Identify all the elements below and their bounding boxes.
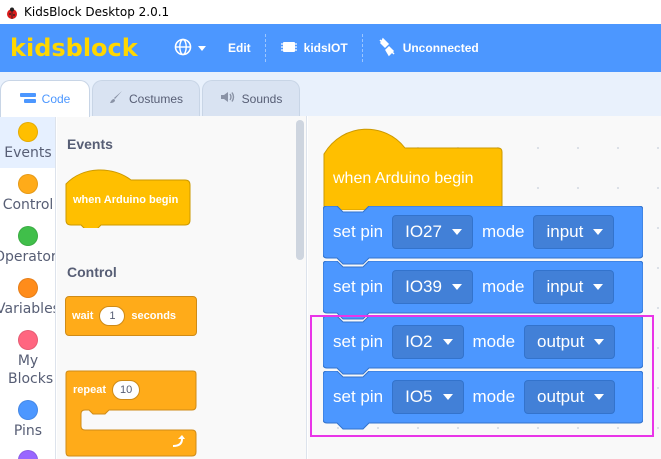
tab-sounds-label: Sounds bbox=[241, 91, 283, 106]
set-pin-label: set pin bbox=[333, 222, 384, 241]
globe-icon bbox=[174, 38, 198, 59]
mode-dropdown[interactable]: output bbox=[524, 380, 616, 414]
tab-costumes[interactable]: Costumes bbox=[92, 80, 200, 116]
editor-tabs: Code Costumes Sounds bbox=[0, 72, 661, 117]
repeat-label: repeat bbox=[73, 384, 107, 396]
edit-menu[interactable]: Edit bbox=[226, 24, 265, 72]
repeat-count-input[interactable]: 10 bbox=[112, 380, 141, 400]
device-label: kidsIOT bbox=[303, 41, 348, 55]
category-my-blocks-label: My Blocks bbox=[8, 353, 54, 387]
variables-color-dot bbox=[18, 278, 38, 298]
mode-value: output bbox=[537, 387, 585, 406]
dropdown-arrow-icon bbox=[451, 229, 462, 235]
pin-dropdown[interactable]: IO5 bbox=[392, 380, 464, 414]
mode-value: output bbox=[537, 332, 585, 351]
mode-dropdown[interactable]: input bbox=[533, 215, 615, 249]
category-variables-label: Variables bbox=[0, 301, 55, 317]
tab-code[interactable]: Code bbox=[0, 80, 90, 117]
menu-bar: kidsblock Edit kidsIOT Unconnected bbox=[0, 24, 661, 72]
tab-costumes-label: Costumes bbox=[128, 91, 184, 106]
unplugged-icon bbox=[377, 37, 403, 60]
set-pin-block[interactable]: set pin IO5 mode output bbox=[323, 371, 643, 430]
mode-label: mode bbox=[481, 222, 525, 241]
device-menu[interactable]: kidsIOT bbox=[266, 24, 362, 72]
pin-dropdown[interactable]: IO39 bbox=[392, 270, 473, 304]
brush-icon bbox=[109, 90, 129, 107]
mode-label: mode bbox=[472, 332, 516, 351]
category-next[interactable] bbox=[0, 450, 55, 459]
mode-value: input bbox=[546, 222, 584, 241]
code-workspace[interactable]: when Arduino begin set pin IO27 mode inp… bbox=[308, 116, 661, 459]
tab-sounds[interactable]: Sounds bbox=[202, 80, 300, 116]
connection-menu[interactable]: Unconnected bbox=[363, 24, 493, 72]
window-title: KidsBlock Desktop 2.0.1 bbox=[24, 5, 170, 19]
category-operators[interactable]: Operators bbox=[0, 226, 55, 266]
mode-label: mode bbox=[481, 277, 525, 296]
pin-value: IO39 bbox=[405, 277, 442, 296]
palette-heading-events: Events bbox=[67, 136, 113, 152]
mode-dropdown[interactable]: output bbox=[524, 325, 616, 359]
next-color-dot bbox=[18, 450, 38, 459]
dropdown-arrow-icon bbox=[593, 229, 604, 235]
connection-status: Unconnected bbox=[402, 41, 479, 55]
operators-color-dot bbox=[18, 226, 38, 246]
code-icon bbox=[19, 92, 42, 107]
dropdown-arrow-icon bbox=[442, 339, 453, 345]
loop-arrow-icon bbox=[171, 434, 185, 452]
dropdown-arrow-icon bbox=[593, 284, 604, 290]
mode-value: input bbox=[546, 277, 584, 296]
wait-label: wait bbox=[72, 310, 94, 322]
pin-dropdown[interactable]: IO27 bbox=[392, 215, 473, 249]
wait-seconds-label: seconds bbox=[131, 310, 177, 322]
block-palette: Events when Arduino begin Control wait 1… bbox=[57, 116, 307, 459]
category-events[interactable]: Events bbox=[0, 116, 55, 168]
workspace-when-begin-block[interactable] bbox=[323, 128, 503, 210]
chevron-down-icon bbox=[198, 41, 212, 55]
ladybug-app-icon bbox=[6, 6, 18, 19]
set-pin-block[interactable]: set pin IO27 mode input bbox=[323, 206, 643, 265]
category-pins-label: Pins bbox=[13, 423, 43, 439]
dropdown-arrow-icon bbox=[442, 394, 453, 400]
category-control[interactable]: Control bbox=[0, 174, 55, 214]
category-pins[interactable]: Pins bbox=[0, 400, 55, 440]
chip-icon bbox=[280, 40, 304, 57]
palette-wait-block[interactable]: wait 1 seconds bbox=[65, 296, 197, 336]
set-pin-block[interactable]: set pin IO2 mode output bbox=[323, 316, 643, 375]
dropdown-arrow-icon bbox=[594, 339, 605, 345]
my-blocks-color-dot bbox=[18, 330, 38, 350]
dropdown-arrow-icon bbox=[451, 284, 462, 290]
pin-value: IO5 bbox=[405, 387, 433, 406]
language-menu[interactable] bbox=[160, 24, 226, 72]
set-pin-label: set pin bbox=[333, 332, 384, 351]
dropdown-arrow-icon bbox=[594, 394, 605, 400]
category-variables[interactable]: Variables bbox=[0, 278, 55, 318]
window-titlebar: KidsBlock Desktop 2.0.1 bbox=[0, 0, 661, 24]
pin-value: IO2 bbox=[405, 332, 433, 351]
palette-repeat-row: repeat 10 bbox=[73, 380, 146, 400]
palette-heading-control: Control bbox=[67, 264, 117, 280]
pins-color-dot bbox=[18, 400, 38, 420]
edit-menu-label: Edit bbox=[228, 41, 251, 55]
mode-dropdown[interactable]: input bbox=[533, 270, 615, 304]
category-control-label: Control bbox=[2, 197, 54, 213]
tab-code-label: Code bbox=[41, 92, 71, 106]
category-my-blocks[interactable]: My Blocks bbox=[0, 330, 55, 388]
kidsblock-logo[interactable]: kidsblock bbox=[10, 34, 160, 62]
set-pin-block[interactable]: set pin IO39 mode input bbox=[323, 261, 643, 320]
mode-label: mode bbox=[472, 387, 516, 406]
palette-scrollbar[interactable] bbox=[296, 120, 304, 260]
wait-seconds-input[interactable]: 1 bbox=[99, 306, 126, 326]
events-color-dot bbox=[18, 122, 38, 142]
pin-dropdown[interactable]: IO2 bbox=[392, 325, 464, 359]
control-color-dot bbox=[18, 174, 38, 194]
speaker-icon bbox=[220, 91, 242, 106]
set-pin-label: set pin bbox=[333, 277, 384, 296]
category-operators-label: Operators bbox=[0, 249, 55, 265]
set-pin-label: set pin bbox=[333, 387, 384, 406]
hat-block-label: when Arduino begin bbox=[333, 170, 474, 187]
category-events-label: Events bbox=[4, 145, 52, 161]
pin-value: IO27 bbox=[405, 222, 442, 241]
palette-when-begin-label: when Arduino begin bbox=[73, 194, 179, 206]
category-menu: Events Control Operators Variables My Bl… bbox=[0, 116, 56, 459]
